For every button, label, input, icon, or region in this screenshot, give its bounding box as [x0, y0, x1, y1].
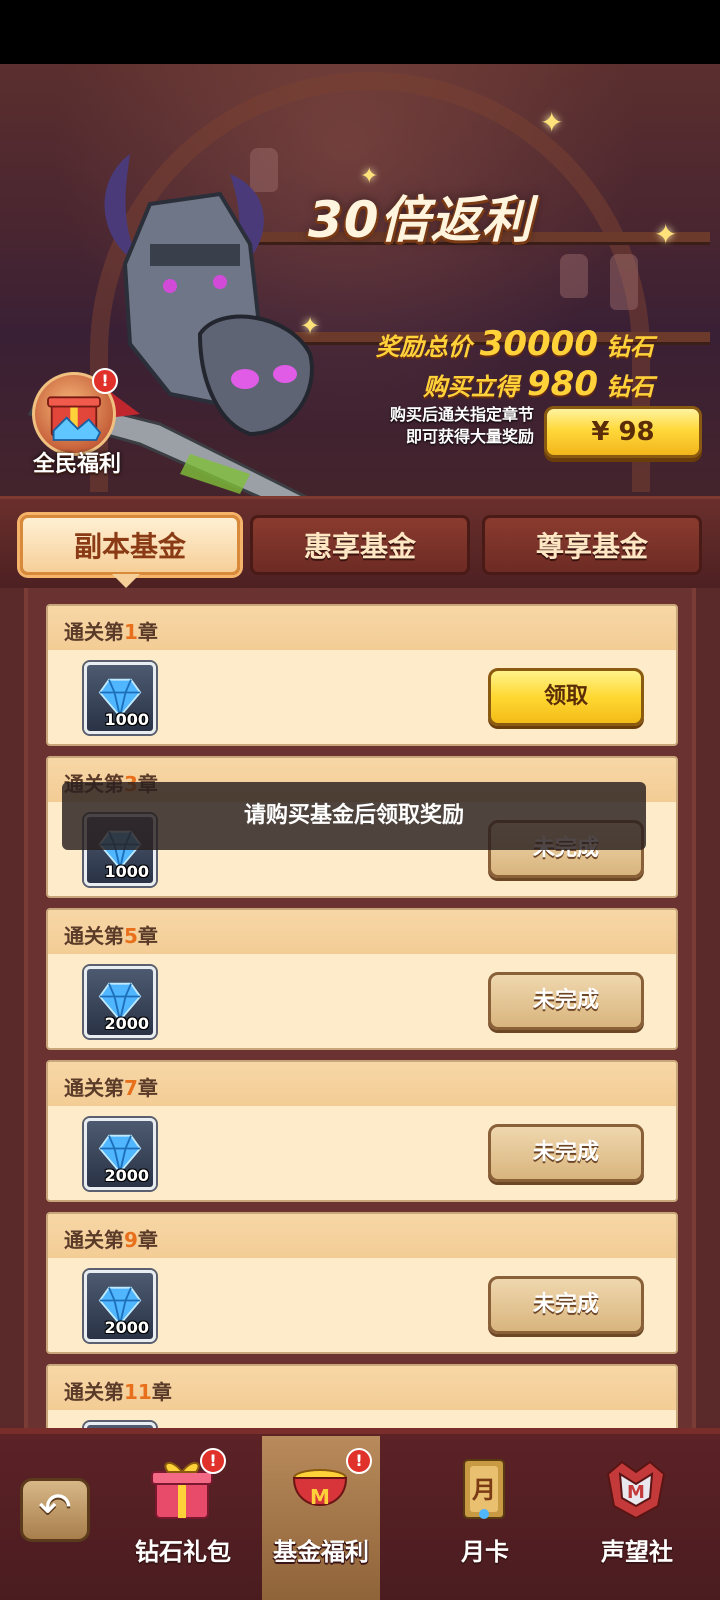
- bottle-decoration: [560, 254, 588, 298]
- chapter-suffix: 章: [137, 924, 158, 948]
- gift-alert-badge: !: [200, 1448, 226, 1474]
- tab-dungeon-fund[interactable]: 副本基金: [20, 515, 240, 575]
- tab-premium-fund[interactable]: 尊享基金: [482, 515, 702, 575]
- chapter-prefix: 通关第: [64, 924, 124, 948]
- reward-card: 通关第1章 1000 领取: [46, 604, 678, 746]
- chapter-number: 9: [124, 1228, 138, 1252]
- reward-card: 通关第5章 2000 未完成: [46, 908, 678, 1050]
- reward-quantity: 2000: [104, 1014, 149, 1033]
- back-button[interactable]: ↶: [20, 1478, 90, 1542]
- fund-pot-icon: M: [292, 1469, 348, 1509]
- status-bar: [0, 0, 720, 64]
- diamond-reward-icon[interactable]: 2000: [84, 1270, 156, 1342]
- chapter-number: 7: [124, 1076, 138, 1100]
- chapter-title: 通关第9章: [64, 1224, 158, 1253]
- purchase-required-toast: 请购买基金后领取奖励: [62, 782, 646, 850]
- reward-card: 通关第9章 2000 未完成: [46, 1212, 678, 1354]
- buy-fund-button[interactable]: ¥ 98: [544, 406, 702, 458]
- diamond-reward-icon[interactable]: 2000: [84, 1118, 156, 1190]
- nav-fund-welfare[interactable]: M ! 基金福利: [262, 1436, 380, 1600]
- fund-tabs: 副本基金 惠享基金 尊享基金: [0, 496, 720, 588]
- nav-label: 钻石礼包: [135, 1538, 231, 1566]
- sparkle-icon: ✦: [540, 106, 564, 139]
- chapter-title: 通关第5章: [64, 920, 158, 949]
- chapter-suffix: 章: [151, 1380, 172, 1404]
- nav-label: 基金福利: [273, 1538, 369, 1566]
- chapter-title: 通关第1章: [64, 616, 158, 645]
- rebate-headline: 30倍返利: [308, 191, 533, 249]
- chapter-suffix: 章: [137, 1076, 158, 1100]
- tab-benefit-fund[interactable]: 惠享基金: [250, 515, 470, 575]
- nav-month-card[interactable]: 月 月卡: [426, 1436, 544, 1600]
- nav-diamond-gift[interactable]: ! 钻石礼包: [124, 1436, 242, 1600]
- reward-list[interactable]: 通关第1章 1000 领取 通关第3章 1000 未完成 通关第5章 2000 …: [24, 588, 696, 1428]
- instant-reward-prefix: 购买立得: [423, 373, 520, 401]
- diamond-reward-icon[interactable]: 2000: [84, 966, 156, 1038]
- instant-reward-suffix: 钻石: [606, 373, 654, 401]
- fund-alert-badge: !: [346, 1448, 372, 1474]
- purchase-note-line1: 购买后通关指定章节: [389, 405, 534, 424]
- chapter-title: 通关第7章: [64, 1072, 158, 1101]
- incomplete-button[interactable]: 未完成: [488, 1124, 644, 1182]
- reward-quantity: 2000: [104, 1166, 149, 1185]
- nav-label: 声望社: [601, 1538, 673, 1566]
- welfare-label: 全民福利: [32, 452, 121, 477]
- diamond-reward-icon[interactable]: 1000: [84, 662, 156, 734]
- reward-quantity: 2000: [104, 1318, 149, 1337]
- chapter-suffix: 章: [137, 620, 158, 644]
- reward-list-frame: 通关第1章 1000 领取 通关第3章 1000 未完成 通关第5章 2000 …: [0, 588, 720, 1428]
- total-reward-suffix: 钻石: [606, 333, 654, 361]
- total-reward-prefix: 奖励总价: [375, 333, 472, 361]
- reward-quantity: 1000: [104, 862, 149, 881]
- reward-quantity: 1000: [104, 710, 149, 729]
- incomplete-button[interactable]: 未完成: [488, 1276, 644, 1334]
- chapter-title: 通关第11章: [64, 1376, 172, 1405]
- month-card-glyph: 月: [471, 1476, 496, 1504]
- purchase-note-line2: 即可获得大量奖励: [405, 427, 534, 446]
- chapter-number: 11: [124, 1380, 152, 1404]
- back-arrow-icon: ↶: [38, 1485, 72, 1531]
- chapter-prefix: 通关第: [64, 620, 124, 644]
- month-card-icon: 月: [463, 1459, 505, 1519]
- nav-label: 月卡: [461, 1538, 509, 1566]
- purchase-note: 购买后通关指定章节 即可获得大量奖励: [340, 404, 534, 448]
- claim-button[interactable]: 领取: [488, 668, 644, 726]
- reward-card: 通关第7章 2000 未完成: [46, 1060, 678, 1202]
- reward-card: 通关第11章: [46, 1364, 678, 1428]
- universal-welfare-button[interactable]: ! 全民福利: [28, 368, 124, 477]
- svg-text:M: M: [627, 1482, 645, 1503]
- svg-text:M: M: [310, 1485, 330, 1509]
- incomplete-button[interactable]: 未完成: [488, 972, 644, 1030]
- welfare-alert-badge: !: [92, 368, 118, 394]
- sparkle-icon: ✦: [300, 312, 321, 340]
- bottle-decoration: [610, 254, 638, 310]
- chapter-prefix: 通关第: [64, 1228, 124, 1252]
- instant-reward-value: 980: [527, 364, 598, 404]
- chapter-suffix: 章: [137, 1228, 158, 1252]
- sparkle-icon: ✦: [654, 218, 678, 251]
- chapter-prefix: 通关第: [64, 1076, 124, 1100]
- instant-reward-line: 购买立得 980 钻石: [423, 364, 654, 404]
- chapter-number: 5: [124, 924, 138, 948]
- total-reward-line: 奖励总价 30000 钻石: [376, 324, 654, 364]
- total-reward-value: 30000: [479, 324, 598, 364]
- chapter-prefix: 通关第: [64, 1380, 124, 1404]
- chapter-number: 1: [124, 620, 138, 644]
- nav-reputation[interactable]: M 声望社: [578, 1436, 696, 1600]
- reputation-crest-icon: M: [606, 1460, 666, 1520]
